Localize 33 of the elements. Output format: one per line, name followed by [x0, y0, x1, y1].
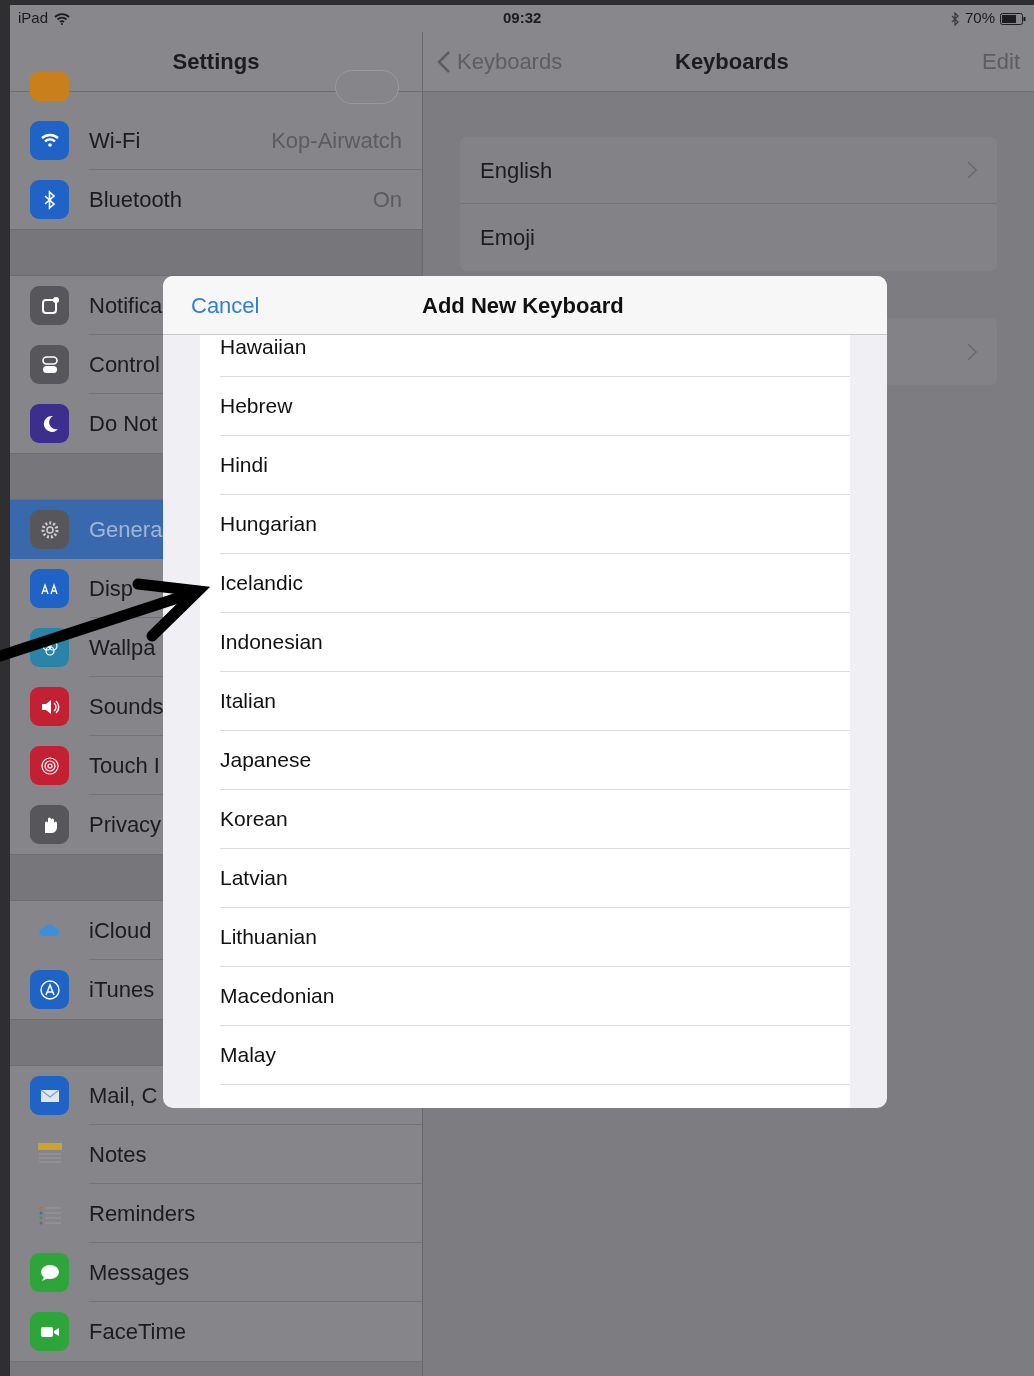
wifi-icon: [54, 12, 71, 25]
battery-icon: [1000, 12, 1026, 25]
bluetooth-icon: [950, 11, 960, 26]
language-item[interactable]: Icelandic: [220, 554, 850, 613]
keyboard-item[interactable]: Emoji: [460, 204, 997, 271]
language-item[interactable]: Malay: [220, 1026, 850, 1085]
clock-time: 09:32: [503, 8, 542, 29]
language-item[interactable]: Hungarian: [220, 495, 850, 554]
app-icon: [30, 72, 69, 101]
language-item[interactable]: Lithuanian: [220, 908, 850, 967]
language-item[interactable]: Latvian: [220, 849, 850, 908]
language-item[interactable]: Hebrew: [220, 377, 850, 436]
device-name: iPad: [18, 8, 49, 29]
chevron-icon: [967, 342, 977, 361]
battery-percent: 70%: [964, 8, 995, 29]
language-item[interactable]: Korean: [220, 790, 850, 849]
sidebar-item[interactable]: FaceTime: [10, 1302, 422, 1361]
sidebar-item[interactable]: Messages: [10, 1243, 422, 1302]
language-item[interactable]: Indonesian: [220, 613, 850, 672]
cancel-button[interactable]: Cancel: [191, 288, 260, 322]
page-title: Keyboards: [675, 48, 789, 76]
dialog-title: Add New Keyboard: [422, 291, 624, 320]
toggle-switch[interactable]: [335, 70, 399, 104]
language-item[interactable]: Japanese: [220, 731, 850, 790]
language-item[interactable]: Macedonian: [220, 967, 850, 1026]
sidebar-title: Settings: [172, 48, 260, 76]
language-item[interactable]: Italian: [220, 672, 850, 731]
chevron-left-icon: [437, 49, 451, 74]
sidebar-item[interactable]: Reminders: [10, 1184, 422, 1243]
language-item[interactable]: Hawaiian: [220, 335, 850, 377]
sidebar-item[interactable]: Notes: [10, 1125, 422, 1184]
keyboard-item[interactable]: English: [460, 137, 997, 204]
language-item[interactable]: Hindi: [220, 436, 850, 495]
